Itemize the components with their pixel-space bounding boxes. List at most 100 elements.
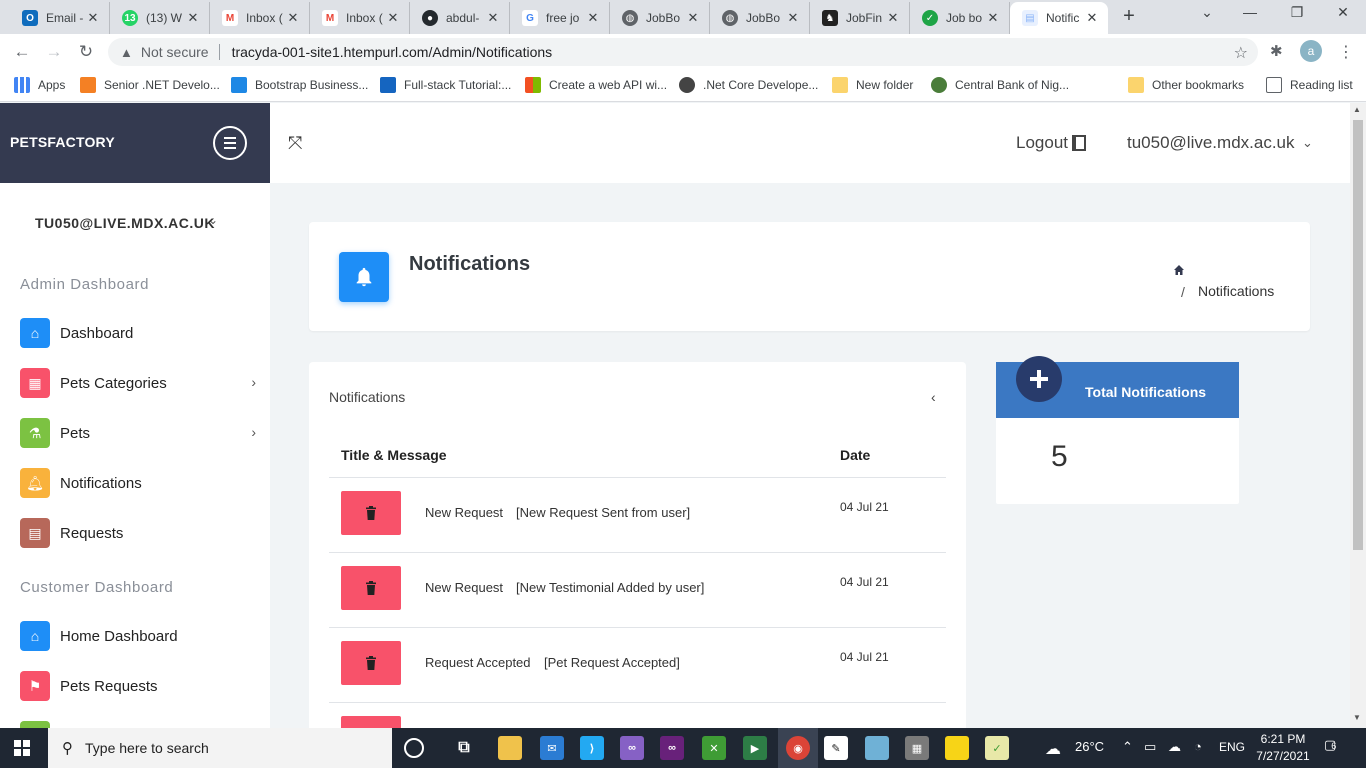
media-app-icon[interactable]: ▶	[743, 736, 767, 760]
language-indicator[interactable]: ENG	[1219, 740, 1245, 754]
system-clock[interactable]: 6:21 PM 7/27/2021	[1253, 731, 1313, 765]
chevron-down-icon[interactable]: ⌄	[1302, 135, 1313, 151]
page-scrollbar[interactable]: ▲ ▼	[1350, 103, 1366, 728]
url-text[interactable]: tracyda-001-site1.htempurl.com/Admin/Not…	[232, 44, 553, 60]
minimize-icon[interactable]: —	[1236, 4, 1264, 20]
browser-tab[interactable]: G free jo ✕	[510, 2, 610, 34]
sidebar-item-dashboard[interactable]: ⌂ Dashboard	[20, 318, 260, 348]
browser-tab[interactable]: 13 (13) W ✕	[110, 2, 210, 34]
hamburger-menu-icon[interactable]	[213, 126, 247, 160]
restore-icon[interactable]: ❐	[1283, 4, 1311, 21]
bookmark-star-icon[interactable]: ☆	[1234, 43, 1248, 63]
bookmark-item[interactable]: Central Bank of Nig...	[931, 77, 1069, 93]
browser-tab-active[interactable]: ▤ Notific ✕	[1010, 2, 1108, 34]
chrome-icon[interactable]: ◉	[786, 736, 810, 760]
tab-search-icon[interactable]: ⌄	[1193, 4, 1221, 21]
brand-logo[interactable]: PETSFACTORY	[10, 134, 115, 150]
menu-icon[interactable]: ⋮	[1338, 42, 1354, 62]
back-icon[interactable]: ←	[12, 42, 32, 62]
browser-tab[interactable]: ● abdul- ✕	[410, 2, 510, 34]
breadcrumb-home-icon[interactable]	[1173, 264, 1185, 279]
chevron-up-icon[interactable]: ⌃	[1122, 739, 1133, 755]
forward-icon[interactable]: →	[44, 42, 64, 62]
close-icon[interactable]: ✕	[985, 10, 1001, 26]
reading-list[interactable]: Reading list	[1266, 77, 1353, 93]
file-explorer-icon[interactable]	[498, 736, 522, 760]
scroll-thumb[interactable]	[1353, 120, 1363, 550]
cloud-icon[interactable]: ☁	[1168, 739, 1181, 755]
close-icon[interactable]: ✕	[485, 10, 501, 26]
sidebar-item-notifications[interactable]: 🔔︎ Notifications	[20, 468, 260, 498]
cortana-icon[interactable]	[404, 738, 424, 758]
browser-tab[interactable]: ◍ JobBo ✕	[610, 2, 710, 34]
bookmark-item[interactable]: Bootstrap Business...	[231, 77, 368, 93]
close-icon[interactable]: ✕	[785, 10, 801, 26]
close-icon[interactable]: ✕	[385, 10, 401, 26]
visual-studio-2-icon[interactable]: ∞	[660, 736, 684, 760]
bookmark-folder[interactable]: New folder	[832, 77, 913, 93]
sidebar-item-pets-requests[interactable]: ⚑ Pets Requests	[20, 671, 260, 701]
close-icon[interactable]: ✕	[85, 10, 101, 26]
spreadsheet-icon[interactable]: ✓	[985, 736, 1009, 760]
plus-icon[interactable]	[1016, 356, 1062, 402]
sidebar-item-pets[interactable]: ⚗ Pets ›	[20, 418, 260, 448]
sidebar-item-pets-categories[interactable]: ▦ Pets Categories ›	[20, 368, 260, 398]
sidebar-user-name[interactable]: TU050@LIVE.MDX.AC.UK	[35, 215, 215, 231]
task-view-icon[interactable]: ⧉	[452, 736, 476, 760]
reload-icon[interactable]: ↻	[76, 42, 96, 62]
sidebar-item-home-dashboard[interactable]: ⌂ Home Dashboard	[20, 621, 260, 651]
browser-tab[interactable]: O Email - ✕	[10, 2, 110, 34]
bookmark-item[interactable]: Full-stack Tutorial:...	[380, 77, 511, 93]
scroll-up-icon[interactable]: ▲	[1353, 105, 1361, 114]
security-label[interactable]: Not secure	[141, 44, 209, 60]
app-icon[interactable]	[865, 736, 889, 760]
bookmark-item[interactable]: Create a web API wi...	[525, 77, 667, 93]
logout-button[interactable]: Logout	[1016, 133, 1086, 153]
vscode-icon[interactable]: ⟩	[580, 736, 604, 760]
browser-tab[interactable]: M Inbox ( ✕	[310, 2, 410, 34]
excel-tool-icon[interactable]: ✕	[702, 736, 726, 760]
delete-button[interactable]	[341, 566, 401, 610]
close-icon[interactable]: ✕	[685, 10, 701, 26]
fullscreen-icon[interactable]: ⤧	[288, 133, 302, 154]
battery-icon[interactable]: ▭	[1144, 739, 1156, 755]
notepad-icon[interactable]: ✎	[824, 736, 848, 760]
delete-button[interactable]	[341, 716, 401, 728]
taskbar-search[interactable]: ⚲ Type here to search	[48, 728, 392, 768]
close-icon[interactable]: ✕	[285, 10, 301, 26]
bookmark-apps[interactable]: Apps	[14, 77, 65, 93]
chevron-left-icon[interactable]: ‹	[931, 389, 936, 405]
bookmark-item[interactable]: .Net Core Develope...	[679, 77, 818, 93]
bookmark-item[interactable]: Senior .NET Develo...	[80, 77, 220, 93]
browser-tab[interactable]: ♞ JobFin ✕	[810, 2, 910, 34]
extensions-icon[interactable]: ✱	[1270, 42, 1283, 60]
sticky-notes-icon[interactable]	[945, 736, 969, 760]
sidebar-item-requests[interactable]: ▤ Requests	[20, 518, 260, 548]
bookmark-folder[interactable]: Other bookmarks	[1128, 77, 1244, 93]
wifi-icon[interactable]: ◔	[1194, 739, 1202, 754]
new-tab-button[interactable]: +	[1118, 6, 1140, 28]
close-icon[interactable]: ✕	[1084, 10, 1100, 26]
close-icon[interactable]: ✕	[585, 10, 601, 26]
close-icon[interactable]: ✕	[885, 10, 901, 26]
mail-icon[interactable]: ✉	[540, 736, 564, 760]
action-center-icon[interactable]: ▢6	[1324, 737, 1336, 753]
browser-tab[interactable]: ✓ Job bo ✕	[910, 2, 1010, 34]
profile-avatar[interactable]: a	[1300, 40, 1322, 62]
visual-studio-icon[interactable]: ∞	[620, 736, 644, 760]
scroll-down-icon[interactable]: ▼	[1353, 713, 1361, 722]
weather-icon[interactable]: ☁	[1045, 739, 1061, 759]
chevron-down-icon[interactable]: ⌄	[208, 213, 218, 227]
delete-button[interactable]	[341, 641, 401, 685]
close-icon[interactable]: ✕	[185, 10, 201, 26]
close-window-icon[interactable]: ✕	[1329, 4, 1357, 21]
delete-button[interactable]	[341, 491, 401, 535]
url-field[interactable]: ▲ Not secure tracyda-001-site1.htempurl.…	[108, 38, 1258, 66]
browser-tab[interactable]: M Inbox ( ✕	[210, 2, 310, 34]
sidebar-item-next[interactable]	[20, 721, 260, 728]
windows-start-icon[interactable]	[14, 740, 30, 756]
browser-tab[interactable]: ◍ JobBo ✕	[710, 2, 810, 34]
weather-temperature[interactable]: 26°C	[1075, 739, 1104, 754]
calculator-icon[interactable]: ▦	[905, 736, 929, 760]
user-menu[interactable]: tu050@live.mdx.ac.uk	[1127, 133, 1295, 153]
